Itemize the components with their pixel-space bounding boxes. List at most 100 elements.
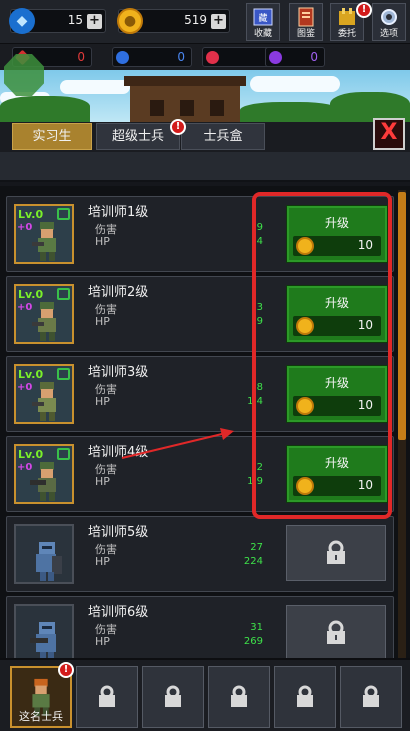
red-gem-icon <box>206 51 219 64</box>
upgrade-button[interactable]: 升级 10 <box>286 445 388 503</box>
upgrade-button[interactable]: 升级 10 <box>286 285 388 343</box>
locked-upgrade-button[interactable] <box>286 525 386 581</box>
upgrade-cost: 10 <box>293 396 381 416</box>
gem-counter-purple: 0 <box>265 47 325 67</box>
armored-soldier-sprite-icon <box>36 542 62 581</box>
commission-alert-badge: ! <box>356 2 372 18</box>
lock-badge-icon <box>57 208 70 220</box>
diamond-value: 15 <box>67 13 83 27</box>
padlock-icon <box>327 620 345 644</box>
soldier-slot-bar: 这名士兵 ! <box>0 658 410 731</box>
damage-value: 31 <box>250 622 263 633</box>
tab-intern[interactable]: 实习生 <box>12 123 92 150</box>
trainer-row-1: Lv.0 +0 培训师1级 伤害 HP 9 4 升级 10 <box>6 196 394 272</box>
tab-soldier-box[interactable]: 士兵盒 <box>181 123 265 150</box>
slot-locked-4[interactable] <box>274 666 336 728</box>
soldier-sprite-icon <box>32 382 56 421</box>
trainer-name: 培训师2级 <box>88 285 149 300</box>
list-scrollbar-thumb[interactable] <box>398 192 406 440</box>
lock-badge-icon <box>57 288 70 300</box>
trainer-avatar[interactable]: Lv.0 +0 <box>14 204 74 264</box>
coin-icon: ● <box>117 8 143 34</box>
armored-soldier-sprite-icon <box>30 622 56 658</box>
slot-locked-5[interactable] <box>340 666 402 728</box>
lock-badge-icon <box>57 368 70 380</box>
damage-value: 8 <box>256 382 263 393</box>
slot-locked-3[interactable] <box>208 666 270 728</box>
damage-value: 27 <box>250 542 263 553</box>
diamond-counter: ◆ 15 + <box>9 8 106 34</box>
lock-badge-icon <box>57 448 70 460</box>
codex-icon <box>294 6 318 28</box>
damage-value: 2 <box>256 462 263 473</box>
upgrade-button[interactable]: 升级 10 <box>286 205 388 263</box>
trainer-row-2: Lv.0 +0 培训师2级 伤害 HP 3 9 升级 10 <box>6 276 394 352</box>
upgrade-button[interactable]: 升级 10 <box>286 365 388 423</box>
slot-alert-badge: ! <box>58 662 74 678</box>
close-button[interactable]: X <box>373 118 405 150</box>
gem-counter-blue: 0 <box>112 47 192 67</box>
coin-icon <box>296 237 314 255</box>
slot-locked-1[interactable] <box>76 666 138 728</box>
upgrade-cost: 10 <box>293 476 381 496</box>
padlock-icon <box>99 685 115 707</box>
padlock-icon <box>297 685 313 707</box>
hp-value: 224 <box>243 556 263 567</box>
codex-button[interactable]: 图鉴 <box>289 3 323 41</box>
trainer-row-4: Lv.0 +0 培训师4级 伤害 HP 2 1 9 升级 10 <box>6 436 394 512</box>
svg-text:藏: 藏 <box>258 12 267 24</box>
trainer-name: 培训师1级 <box>88 205 149 220</box>
trainer-avatar-locked[interactable] <box>14 524 74 584</box>
coin-icon <box>296 397 314 415</box>
damage-value: 3 <box>256 302 263 313</box>
upgrade-cost: 10 <box>293 316 381 336</box>
slot-current-label: 这名士兵 <box>19 710 63 723</box>
padlock-icon <box>231 685 247 707</box>
coin-value: 519 <box>184 13 207 27</box>
gem-bar: 0 0 0 0 <box>0 44 410 70</box>
padlock-icon <box>165 685 181 707</box>
hp-value: 269 <box>243 636 263 647</box>
soldier-sprite-icon <box>30 462 56 501</box>
soldier-sprite-icon <box>32 302 56 341</box>
trainer-avatar[interactable]: Lv.0 +0 <box>14 364 74 424</box>
add-coins-button[interactable]: + <box>211 14 226 29</box>
book-collection-icon: 藏 <box>251 6 275 28</box>
trainer-row-5: 培训师5级 伤害 HP 27 224 <box>6 516 394 592</box>
damage-value: 9 <box>256 222 263 233</box>
padlock-icon <box>327 540 345 564</box>
trainer-list: Lv.0 +0 培训师1级 伤害 HP 9 4 升级 10 Lv.0 +0 培训… <box>0 186 410 658</box>
scenery-banner <box>0 70 410 122</box>
slot-locked-2[interactable] <box>142 666 204 728</box>
hp-value: 4 <box>256 236 263 247</box>
trainer-name: 培训师3级 <box>88 365 149 380</box>
super-soldier-alert-badge: ! <box>170 119 186 135</box>
list-header-strip <box>0 152 410 182</box>
tab-bar: 实习生 超级士兵 士兵盒 <box>0 122 410 152</box>
trainer-name: 培训师5级 <box>88 525 149 540</box>
hp-value: 1 4 <box>247 396 263 407</box>
add-diamonds-button[interactable]: + <box>87 14 102 29</box>
purple-gem-icon <box>269 51 282 64</box>
options-button[interactable]: 选项 <box>372 3 406 41</box>
upgrade-cost: 10 <box>293 236 381 256</box>
coin-counter: ● 519 + <box>117 8 230 34</box>
padlock-icon <box>363 685 379 707</box>
tab-super-soldier[interactable]: 超级士兵 <box>96 123 180 150</box>
blue-gem-icon <box>116 51 129 64</box>
coin-icon <box>296 317 314 335</box>
trainer-row-3: Lv.0 +0 培训师3级 伤害 HP 8 1 4 升级 10 <box>6 356 394 432</box>
trainer-avatar[interactable]: Lv.0 +0 <box>14 444 74 504</box>
trainer-avatar[interactable]: Lv.0 +0 <box>14 284 74 344</box>
coin-icon <box>296 477 314 495</box>
top-resource-bar: ◆ 15 + ● 519 + 藏 收藏 图鉴 委托 ! 选项 <box>0 0 410 44</box>
trainer-row-6: 培训师6级 伤害 HP 31 269 <box>6 596 394 658</box>
trainer-avatar-locked[interactable] <box>14 604 74 658</box>
trainer-name: 培训师4级 <box>88 445 149 460</box>
collection-button[interactable]: 藏 收藏 <box>246 3 280 41</box>
trainer-name: 培训师6级 <box>88 605 149 620</box>
hp-value: 1 9 <box>247 476 263 487</box>
hp-value: 9 <box>256 316 263 327</box>
gear-icon <box>377 6 401 28</box>
locked-upgrade-button[interactable] <box>286 605 386 658</box>
